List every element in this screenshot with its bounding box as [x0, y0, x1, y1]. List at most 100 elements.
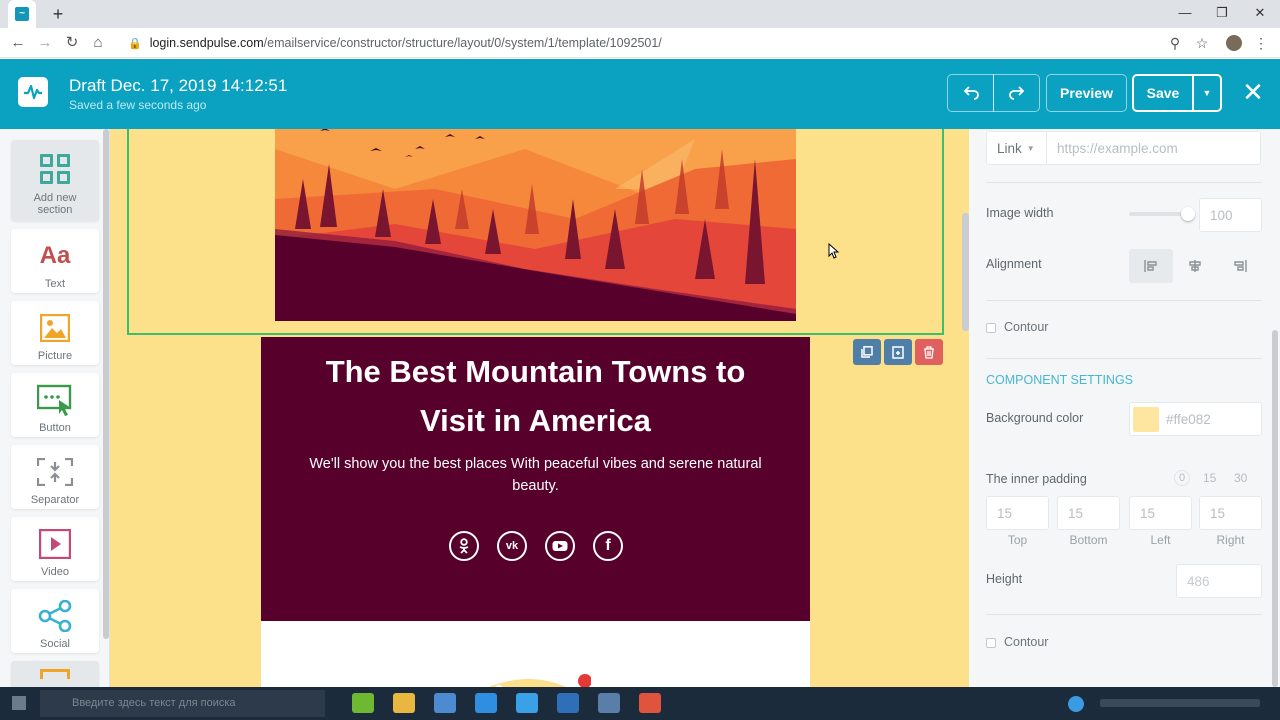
sidebar-item-social[interactable]: Social [11, 589, 99, 653]
contour-checkbox[interactable] [986, 323, 996, 333]
color-swatch[interactable] [1133, 407, 1159, 432]
undo-icon [963, 86, 979, 100]
sidebar-item-add-section[interactable]: Add new section [11, 140, 99, 221]
button-icon [37, 383, 73, 417]
restore-icon[interactable]: ❐ [1207, 4, 1237, 22]
bookmark-star-icon[interactable]: ☆ [1193, 34, 1211, 52]
text-icon: Aa [39, 242, 71, 269]
system-tray[interactable] [1100, 699, 1260, 707]
align-center-icon [1189, 260, 1201, 272]
link-type-select[interactable]: Link ▼ [986, 131, 1046, 165]
close-editor-icon[interactable]: ✕ [1240, 79, 1266, 105]
padding-bottom-label: Bottom [1069, 533, 1108, 547]
align-left-button[interactable] [1129, 249, 1173, 283]
taskbar-search-input[interactable]: Введите здесь текст для поиска [40, 690, 325, 717]
browser-tabbar: ~ + — ❐ ✕ [0, 0, 1280, 28]
facebook-icon[interactable]: f [593, 531, 623, 561]
height-input[interactable]: 486 [1176, 564, 1262, 598]
padding-right-input[interactable]: 15 [1199, 496, 1262, 530]
padding-bottom-input[interactable]: 15 [1057, 496, 1120, 530]
delete-block-button[interactable] [915, 339, 943, 365]
sidebar-item-label: Picture [37, 350, 73, 362]
minimize-icon[interactable]: — [1170, 4, 1200, 22]
odnoklassniki-icon[interactable] [449, 531, 479, 561]
sidebar-scrollbar[interactable] [103, 129, 109, 639]
browser-tab[interactable]: ~ [8, 0, 36, 28]
preview-button[interactable]: Preview [1046, 74, 1127, 112]
sidebar-item-button[interactable]: Button [11, 373, 99, 437]
save-block-icon [892, 345, 904, 359]
settings-panel: Link ▼ https://example.com Image width 1… [969, 129, 1280, 687]
sidebar-item-label: Add new section [33, 192, 77, 216]
padding-top-input[interactable]: 15 [986, 496, 1049, 530]
lock-icon: 🔒 [128, 37, 142, 50]
vk-icon[interactable]: vk [497, 531, 527, 561]
height-label: Height [986, 572, 1023, 586]
taskbar-app-icon[interactable] [639, 693, 661, 713]
email-canvas[interactable]: The Best Mountain Towns to Visit in Amer… [110, 129, 969, 687]
taskbar-app-icon[interactable] [516, 693, 538, 713]
sidebar-item-picture[interactable]: Picture [11, 301, 99, 365]
youtube-icon[interactable] [545, 531, 575, 561]
mouse-cursor-icon [828, 243, 840, 259]
email-subline[interactable]: We'll show you the best places With peac… [301, 453, 770, 497]
component-settings-title: COMPONENT SETTINGS [986, 373, 1134, 387]
reload-icon[interactable]: ↻ [62, 34, 82, 52]
app-root: ~ + — ❐ ✕ ← → ↻ ⌂ 🔒 login.sendpulse.com /… [0, 0, 1280, 720]
taskbar-app-icon[interactable] [598, 693, 620, 713]
slider-handle[interactable] [1181, 207, 1195, 221]
alignment-label: Alignment [986, 257, 1042, 271]
contour-checkbox-2[interactable] [986, 638, 996, 648]
padding-preset-0[interactable]: 0 [1174, 470, 1190, 486]
os-taskbar: Введите здесь текст для поиска [0, 687, 1280, 720]
taskbar-app-icon[interactable] [475, 693, 497, 713]
canvas-scrollbar[interactable] [962, 213, 969, 331]
home-icon[interactable]: ⌂ [88, 34, 108, 52]
align-right-button[interactable] [1218, 249, 1262, 283]
taskbar-app-icon[interactable] [557, 693, 579, 713]
windows-start-icon[interactable] [12, 696, 26, 710]
redo-icon [1008, 86, 1024, 100]
copy-block-button[interactable] [853, 339, 881, 365]
sendpulse-logo-icon[interactable] [18, 77, 48, 107]
save-options-dropdown[interactable]: ▼ [1193, 74, 1222, 112]
background-color-label: Background color [986, 411, 1084, 425]
undo-button[interactable] [947, 74, 994, 112]
tray-icon[interactable] [1068, 696, 1084, 712]
folder-icon[interactable] [393, 693, 415, 713]
sidebar-item-text[interactable]: Aa Text [11, 229, 99, 293]
zoom-icon[interactable]: ⚲ [1166, 34, 1184, 52]
url-field[interactable]: 🔒 login.sendpulse.com/emailservice/const… [116, 32, 1196, 54]
email-headline[interactable]: The Best Mountain Towns to Visit in Amer… [291, 347, 780, 445]
sidebar-item-video[interactable]: Video [11, 517, 99, 581]
new-tab-icon[interactable]: + [48, 4, 68, 24]
save-block-button[interactable] [884, 339, 912, 365]
padding-preset-30[interactable]: 30 [1234, 471, 1247, 485]
align-right-icon [1234, 260, 1247, 272]
content-block[interactable]: The Best Mountain Towns to Visit in Amer… [261, 337, 810, 621]
align-center-button[interactable] [1173, 249, 1217, 283]
save-button[interactable]: Save [1132, 74, 1194, 112]
redo-button[interactable] [993, 74, 1040, 112]
divider [986, 358, 1262, 359]
chrome-icon[interactable] [434, 693, 456, 713]
window-close-icon[interactable]: ✕ [1245, 4, 1275, 22]
profile-avatar[interactable] [1226, 35, 1242, 51]
sidebar-item-label: Separator [30, 494, 80, 506]
copy-icon [861, 346, 873, 358]
social-links: vk f [449, 531, 625, 561]
next-content-block[interactable] [261, 621, 810, 687]
image-width-slider[interactable] [1129, 207, 1195, 221]
browser-menu-icon[interactable]: ⋮ [1252, 34, 1270, 52]
sidebar-item-separator[interactable]: Separator [11, 445, 99, 509]
taskbar-app-icon[interactable] [352, 693, 374, 713]
back-icon[interactable]: ← [8, 34, 28, 52]
padding-left-input[interactable]: 15 [1129, 496, 1192, 530]
padding-preset-15[interactable]: 15 [1203, 471, 1216, 485]
panel-scrollbar[interactable] [1272, 330, 1278, 687]
image-width-input[interactable]: 100 [1199, 198, 1262, 232]
forward-icon[interactable]: → [35, 34, 55, 52]
divider [986, 614, 1262, 615]
sidebar-item-label: Text [44, 278, 66, 290]
link-url-input[interactable]: https://example.com [1046, 131, 1261, 165]
